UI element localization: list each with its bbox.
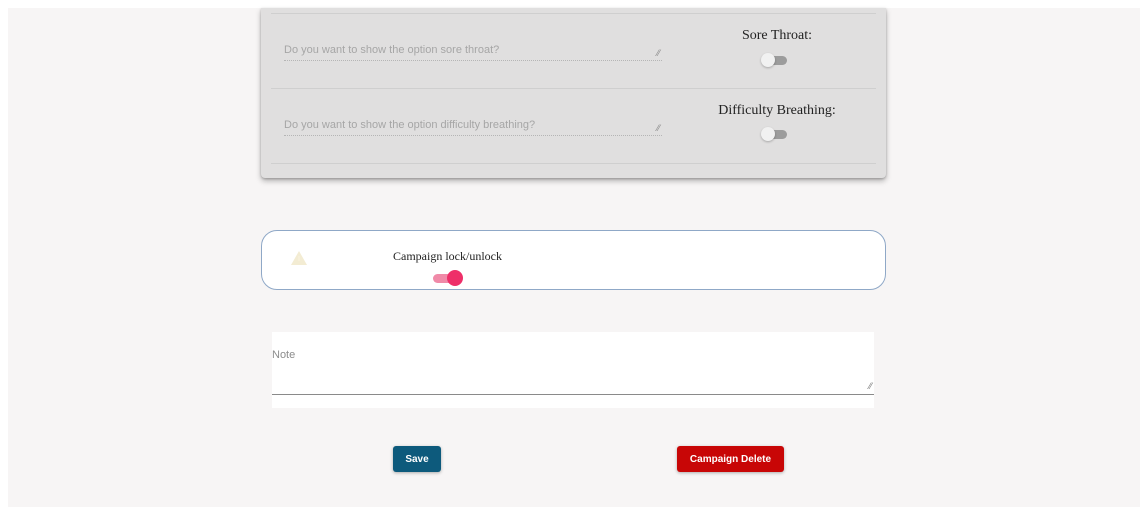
difficulty-breathing-question-field[interactable]: Do you want to show the option difficult… [284,117,662,136]
card-divider [271,163,876,164]
sore-throat-question-placeholder: Do you want to show the option sore thro… [284,44,500,56]
campaign-lock-toggle[interactable] [433,270,463,286]
sore-throat-question-field[interactable]: Do you want to show the option sore thro… [284,42,662,61]
note-label: Note [272,349,296,361]
difficulty-breathing-toggle[interactable] [761,127,787,141]
sore-throat-label: Sore Throat: [741,28,813,43]
toggle-thumb [761,53,775,67]
resize-handle-icon[interactable]: ⁄⁄ [869,382,872,391]
campaign-delete-button[interactable]: Campaign Delete [677,446,784,472]
campaign-lock-label: Campaign lock/unlock [393,249,502,263]
save-button[interactable]: Save [393,446,441,472]
resize-handle-icon[interactable]: ⁄⁄ [657,124,660,133]
resize-handle-icon[interactable]: ⁄⁄ [657,49,660,58]
warning-icon [291,251,307,265]
card-divider [271,88,876,89]
campaign-lock-panel: Campaign lock/unlock [261,230,886,290]
difficulty-breathing-question-placeholder: Do you want to show the option difficult… [284,119,536,131]
difficulty-breathing-label: Difficulty Breathing: [718,103,836,118]
note-textarea[interactable]: Note ⁄⁄ [272,332,874,395]
sore-throat-toggle[interactable] [761,53,787,67]
note-container: Note ⁄⁄ [272,332,874,408]
symptom-options-card: Do you want to show the option sore thro… [261,8,886,178]
toggle-thumb [447,270,463,286]
card-divider [271,13,876,14]
toggle-thumb [761,127,775,141]
